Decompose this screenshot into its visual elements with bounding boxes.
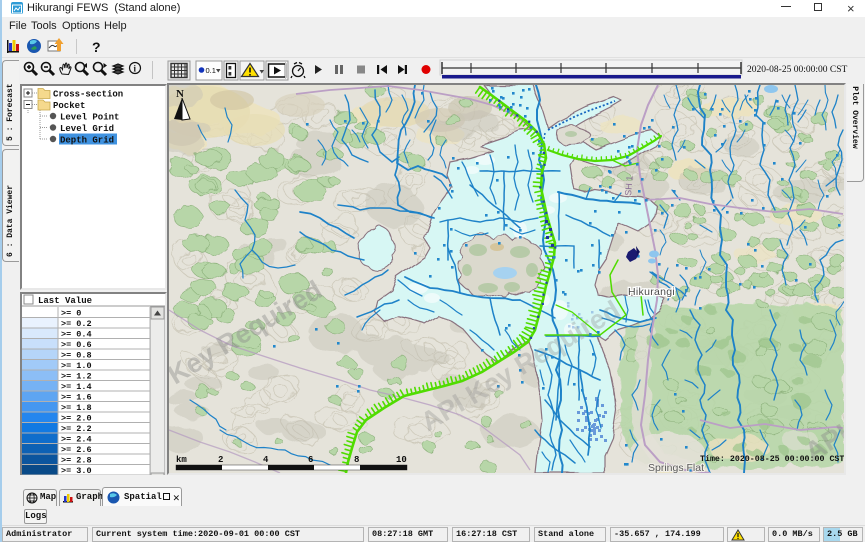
svg-text:2020-08-25 00:00:00 CST: 2020-08-25 00:00:00 CST [747,65,847,75]
svg-text:?: ? [92,39,101,55]
svg-text:Level Grid: Level Grid [60,124,114,134]
svg-text:Cross-section: Cross-section [53,90,123,100]
svg-text:km: km [176,455,187,465]
svg-text:8: 8 [354,455,359,465]
svg-text:0.1: 0.1 [206,66,216,75]
svg-text:10: 10 [396,455,407,465]
svg-text:i: i [134,64,137,74]
svg-text:Hikurangi: Hikurangi [628,286,675,298]
svg-text:2: 2 [218,455,223,465]
svg-text:Level Point: Level Point [60,113,119,123]
svg-text:SH 1: SH 1 [623,175,635,196]
svg-text:Time: 2020-08-25 00:00:00 CST: Time: 2020-08-25 00:00:00 CST [700,454,844,464]
svg-text:Last Value: Last Value [38,296,92,306]
svg-text:Pocket: Pocket [53,101,85,111]
svg-text:4: 4 [263,455,269,465]
svg-text:6: 6 [308,455,313,465]
svg-text:Depth Grid: Depth Grid [60,136,114,146]
svg-text:N: N [176,88,184,100]
svg-text:Springs Flat: Springs Flat [648,462,704,473]
